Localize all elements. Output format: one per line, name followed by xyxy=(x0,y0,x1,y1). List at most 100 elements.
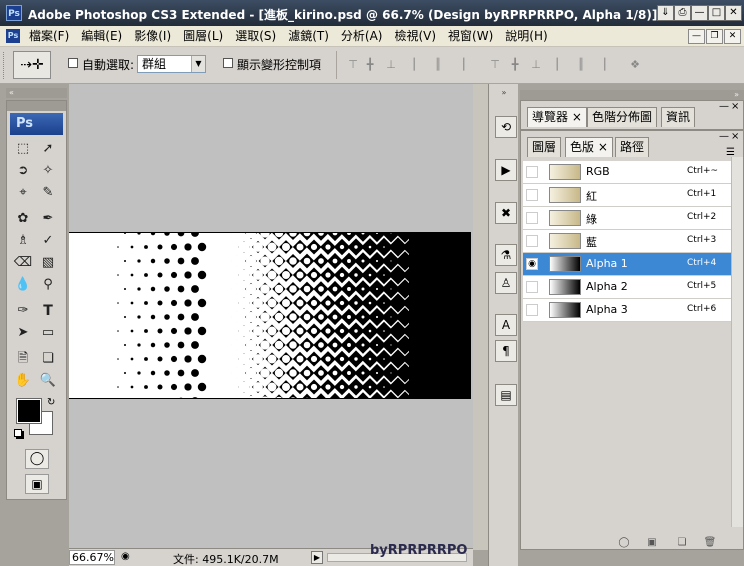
close-icon[interactable]: × xyxy=(731,131,739,142)
align-top-icon[interactable]: ⊤ xyxy=(345,58,361,72)
show-transform-checkbox[interactable] xyxy=(223,58,233,68)
tab-info[interactable]: 資訊 xyxy=(661,107,696,127)
foreground-color-swatch[interactable] xyxy=(16,398,42,424)
screen-mode-button[interactable]: ⎙ xyxy=(674,5,691,21)
close-icon[interactable]: × xyxy=(598,140,608,154)
clone-source-icon[interactable]: ♙ xyxy=(495,272,517,294)
delete-channel-icon[interactable]: 🗑 xyxy=(703,536,717,549)
document-image[interactable] xyxy=(69,232,471,399)
channel-row[interactable]: ◉ Alpha 1 Ctrl+4 xyxy=(523,253,742,276)
align-right-icon[interactable]: ▕ xyxy=(452,58,468,72)
menu-analysis[interactable]: 分析(A) xyxy=(336,29,390,44)
slice-tool-icon[interactable]: ✎ xyxy=(37,183,59,203)
menu-edit[interactable]: 編輯(E) xyxy=(76,29,129,44)
canvas-area[interactable] xyxy=(69,84,473,550)
channel-row[interactable]: 紅 Ctrl+1 xyxy=(523,184,742,207)
minimize-icon[interactable]: — xyxy=(719,131,729,142)
distribute-bottom-icon[interactable]: ⊥ xyxy=(528,58,544,72)
status-preview-icon[interactable]: ◉ xyxy=(121,551,130,562)
quick-mask-icon[interactable]: ◯ xyxy=(25,449,49,469)
close-icon[interactable]: × xyxy=(572,110,582,124)
visibility-eye-icon[interactable] xyxy=(526,166,538,178)
visibility-eye-icon[interactable] xyxy=(526,304,538,316)
tab-channels[interactable]: 色版 × xyxy=(565,137,613,157)
menu-view[interactable]: 檢視(V) xyxy=(389,29,443,44)
visibility-eye-icon[interactable] xyxy=(526,212,538,224)
default-colors-icon[interactable] xyxy=(14,429,22,437)
history-brush-icon[interactable]: ✓ xyxy=(37,231,59,251)
visibility-eye-icon[interactable] xyxy=(526,189,538,201)
photoshop-logo[interactable]: Ps xyxy=(10,113,63,135)
zoom-tool-icon[interactable]: 🔍 xyxy=(37,371,59,391)
layer-comps-icon[interactable]: ▤ xyxy=(495,384,517,406)
auto-select-checkbox[interactable] xyxy=(68,58,78,68)
save-selection-icon[interactable]: ▣ xyxy=(645,536,659,549)
character-panel-icon[interactable]: A xyxy=(495,314,517,336)
auto-select-dropdown[interactable]: 群組 ▼ xyxy=(137,55,206,73)
auto-align-icon[interactable]: ❖ xyxy=(627,58,643,72)
distribute-left-icon[interactable]: ▏ xyxy=(553,58,569,72)
clone-stamp-icon[interactable]: ♗ xyxy=(12,231,34,251)
align-bottom-icon[interactable]: ⊥ xyxy=(383,58,399,72)
distribute-vcenter-icon[interactable]: ╋ xyxy=(507,58,523,72)
screen-mode-icon[interactable]: ▣ xyxy=(25,474,49,494)
distribute-hcenter-icon[interactable]: ║ xyxy=(573,58,589,72)
type-tool-icon[interactable]: T xyxy=(37,301,59,321)
close-icon[interactable]: × xyxy=(731,101,739,112)
align-left-icon[interactable]: ▏ xyxy=(410,58,426,72)
visibility-eye-icon[interactable] xyxy=(526,281,538,293)
menu-filter[interactable]: 濾鏡(T) xyxy=(283,29,336,44)
healing-brush-icon[interactable]: ✿ xyxy=(12,209,34,229)
channel-row[interactable]: Alpha 3 Ctrl+6 xyxy=(523,299,742,322)
menu-layer[interactable]: 圖層(L) xyxy=(178,29,230,44)
brushes-panel-icon[interactable]: ⚗ xyxy=(495,244,517,266)
panel-collapse-icon[interactable]: » xyxy=(520,90,744,100)
options-grip[interactable] xyxy=(3,52,7,79)
toolbox-collapse-icon[interactable]: « xyxy=(6,88,67,98)
vertical-scrollbar[interactable] xyxy=(473,84,488,550)
paragraph-panel-icon[interactable]: ¶ xyxy=(495,340,517,362)
channel-row[interactable]: RGB Ctrl+~ xyxy=(523,161,742,184)
brush-tool-icon[interactable]: ✒ xyxy=(37,209,59,229)
doc-close-button[interactable]: ✕ xyxy=(724,29,741,44)
swap-colors-icon[interactable]: ↻ xyxy=(47,397,55,408)
distribute-right-icon[interactable]: ▕ xyxy=(593,58,609,72)
zoom-field[interactable]: 66.67% xyxy=(69,550,115,565)
distribute-top-icon[interactable]: ⊤ xyxy=(487,58,503,72)
history-panel-icon[interactable]: ⟲ xyxy=(495,116,517,138)
tool-preset-picker[interactable]: ⇢✛ xyxy=(13,51,51,79)
dock-expand-icon[interactable]: » xyxy=(489,88,519,98)
menu-window[interactable]: 視窗(W) xyxy=(443,29,500,44)
status-menu-arrow-icon[interactable]: ▶ xyxy=(311,551,323,564)
visibility-eye-icon[interactable] xyxy=(526,235,538,247)
align-vcenter-icon[interactable]: ╋ xyxy=(362,58,378,72)
doc-minimize-button[interactable]: — xyxy=(688,29,705,44)
load-selection-icon[interactable]: ◯ xyxy=(617,536,631,549)
tab-navigator[interactable]: 導覽器 × xyxy=(527,107,587,127)
menu-select[interactable]: 選取(S) xyxy=(230,29,283,44)
move-tool-icon[interactable]: ➚ xyxy=(37,139,59,159)
path-selection-icon[interactable]: ➤ xyxy=(12,323,34,343)
actions-panel-icon[interactable]: ▶ xyxy=(495,159,517,181)
visibility-eye-icon[interactable]: ◉ xyxy=(526,258,538,270)
lasso-tool-icon[interactable]: ➲ xyxy=(12,161,34,181)
eyedropper-tool-icon[interactable]: ❏ xyxy=(37,349,59,369)
crop-tool-icon[interactable]: ⌖ xyxy=(12,183,34,203)
minimize-button[interactable]: — xyxy=(691,5,708,21)
menu-image[interactable]: 影像(I) xyxy=(129,29,178,44)
dodge-tool-icon[interactable]: ⚲ xyxy=(37,275,59,295)
doc-restore-button[interactable]: ❐ xyxy=(706,29,723,44)
channel-row[interactable]: Alpha 2 Ctrl+5 xyxy=(523,276,742,299)
pen-tool-icon[interactable]: ✑ xyxy=(12,301,34,321)
gradient-tool-icon[interactable]: ▧ xyxy=(37,253,59,273)
channel-row[interactable]: 綠 Ctrl+2 xyxy=(523,207,742,230)
tab-paths[interactable]: 路徑 xyxy=(615,137,650,157)
eraser-tool-icon[interactable]: ⌫ xyxy=(12,253,34,273)
magic-wand-tool-icon[interactable]: ✧ xyxy=(37,161,59,181)
new-channel-icon[interactable]: ❏ xyxy=(675,536,689,549)
maximize-button[interactable]: □ xyxy=(708,5,725,21)
hand-tool-icon[interactable]: ✋ xyxy=(12,371,34,391)
tool-presets-icon[interactable]: ✖ xyxy=(495,202,517,224)
marquee-tool-icon[interactable]: ⬚ xyxy=(12,139,34,159)
notes-tool-icon[interactable]: 🗎 xyxy=(12,349,34,369)
